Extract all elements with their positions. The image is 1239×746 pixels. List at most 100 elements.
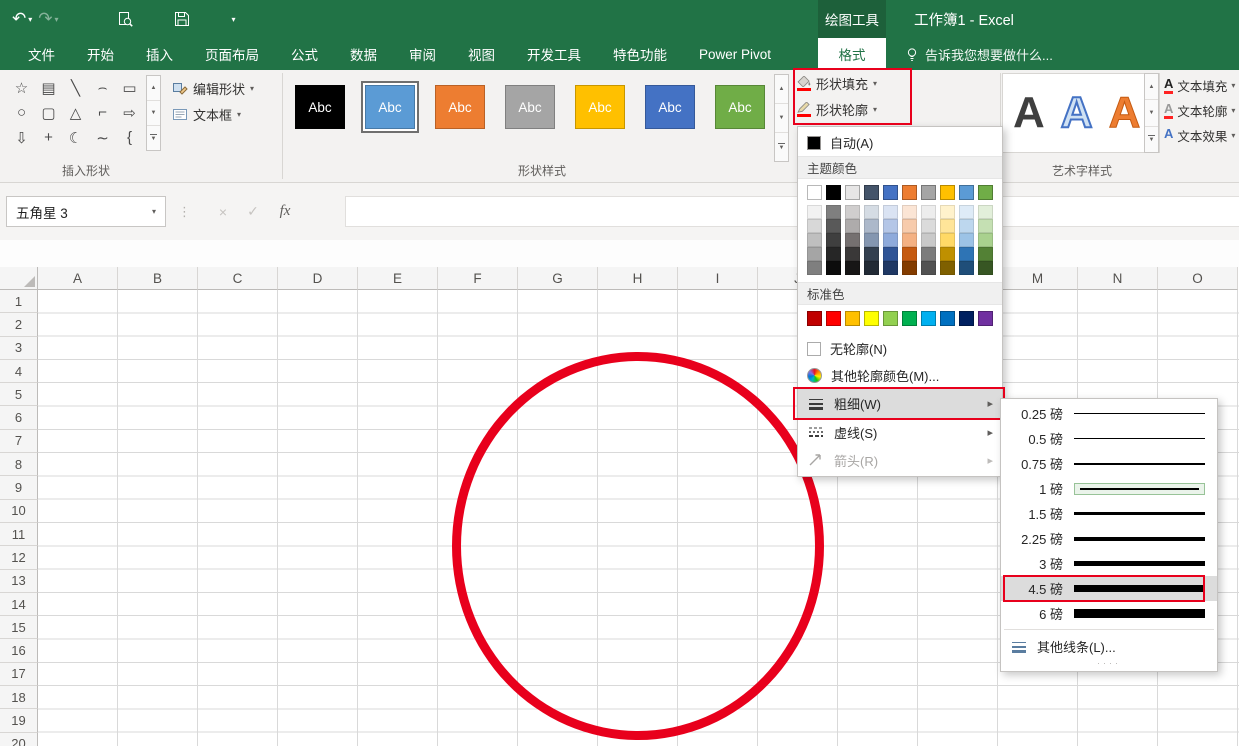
theme-shade-swatch[interactable] — [807, 261, 822, 275]
shape-outline-button[interactable]: 形状轮廓 ▾ — [797, 100, 877, 119]
formula-input[interactable] — [345, 196, 1239, 227]
theme-shade-swatch[interactable] — [883, 261, 898, 275]
drawing-tools-contextual-tab[interactable]: 绘图工具 — [818, 0, 886, 38]
row-header-11[interactable]: 11 — [0, 523, 38, 546]
rounded-rectangle-icon[interactable]: ▢ — [35, 100, 62, 125]
theme-color-swatch[interactable] — [902, 185, 917, 200]
wordart-style-orange[interactable]: A — [1109, 91, 1141, 135]
weight-option[interactable]: 0.75 磅 — [1001, 451, 1217, 476]
row-header-6[interactable]: 6 — [0, 406, 38, 429]
menu-item-arrows[interactable]: 箭头(R) ▸ — [798, 446, 1002, 474]
line-icon[interactable]: ╲ — [62, 75, 89, 100]
standard-color-swatch[interactable] — [959, 311, 974, 326]
column-header-E[interactable]: E — [358, 267, 438, 290]
column-header-B[interactable]: B — [118, 267, 198, 290]
theme-shade-swatch[interactable] — [845, 205, 860, 219]
text-outline-button[interactable]: A 文本轮廓 ▾ — [1164, 101, 1235, 120]
theme-color-swatch[interactable] — [807, 185, 822, 200]
redo-caret-icon[interactable]: ▾ — [55, 15, 59, 24]
row-header-10[interactable]: 10 — [0, 500, 38, 523]
triangle-icon[interactable]: △ — [62, 100, 89, 125]
theme-color-swatch[interactable] — [864, 185, 879, 200]
row-header-3[interactable]: 3 — [0, 337, 38, 360]
ribbon-tab[interactable]: 页面布局 — [189, 38, 275, 70]
ribbon-tab[interactable]: 开始 — [71, 38, 130, 70]
standard-color-swatch[interactable] — [826, 311, 841, 326]
theme-shade-swatch[interactable] — [864, 247, 879, 261]
shape-style-tile[interactable]: Abc — [295, 85, 345, 129]
ribbon-tab[interactable]: 数据 — [334, 38, 393, 70]
gallery-more-icon[interactable]: ▼ — [1145, 127, 1158, 152]
star-icon[interactable]: ☆ — [8, 75, 35, 100]
shape-style-tile[interactable]: Abc — [715, 85, 765, 129]
theme-shade-swatch[interactable] — [845, 247, 860, 261]
theme-shade-swatch[interactable] — [902, 261, 917, 275]
theme-shade-swatch[interactable] — [940, 247, 955, 261]
theme-color-swatch[interactable] — [921, 185, 936, 200]
column-header-M[interactable]: M — [998, 267, 1078, 290]
standard-color-swatch[interactable] — [978, 311, 993, 326]
theme-shade-swatch[interactable] — [902, 233, 917, 247]
theme-shade-swatch[interactable] — [807, 233, 822, 247]
moon-icon[interactable]: ☾ — [62, 125, 89, 150]
ribbon-tab[interactable]: 开发工具 — [511, 38, 597, 70]
text-box-button[interactable]: 文本框 ▾ — [172, 105, 241, 124]
theme-shade-swatch[interactable] — [883, 205, 898, 219]
theme-shade-swatch[interactable] — [845, 233, 860, 247]
row-header-9[interactable]: 9 — [0, 476, 38, 499]
cancel-entry-button[interactable]: × — [210, 196, 236, 227]
standard-color-swatch[interactable] — [845, 311, 860, 326]
oval-icon[interactable]: ○ — [8, 100, 35, 125]
edit-shape-button[interactable]: 编辑形状 ▾ — [172, 79, 254, 98]
shape-style-tile[interactable]: Abc — [645, 85, 695, 129]
gallery-more-icon[interactable]: ▼ — [775, 133, 788, 161]
arc-icon[interactable]: ⌢ — [89, 75, 116, 100]
select-all-corner[interactable] — [0, 267, 38, 290]
menu-item-weight[interactable]: 粗细(W) ▸ — [798, 389, 1002, 418]
theme-shade-swatch[interactable] — [826, 233, 841, 247]
row-header-12[interactable]: 12 — [0, 546, 38, 569]
theme-shade-swatch[interactable] — [940, 261, 955, 275]
theme-shade-swatch[interactable] — [921, 205, 936, 219]
menu-item-more-outline-colors[interactable]: 其他轮廓颜色(M)... — [798, 362, 1002, 389]
scroll-down-icon[interactable]: ▼ — [775, 104, 788, 133]
row-header-5[interactable]: 5 — [0, 383, 38, 406]
rectangle-icon[interactable]: ▭ — [116, 75, 143, 100]
column-header-G[interactable]: G — [518, 267, 598, 290]
theme-shade-swatch[interactable] — [845, 219, 860, 233]
ribbon-tab[interactable]: 格式 — [818, 38, 886, 70]
weight-option[interactable]: 2.25 磅 — [1001, 526, 1217, 551]
theme-shade-swatch[interactable] — [921, 233, 936, 247]
scroll-up-icon[interactable]: ▲ — [147, 76, 160, 101]
theme-shade-swatch[interactable] — [959, 233, 974, 247]
column-header-H[interactable]: H — [598, 267, 678, 290]
column-header-I[interactable]: I — [678, 267, 758, 290]
name-box[interactable]: 五角星 3 ▾ — [6, 196, 166, 227]
ribbon-tab[interactable]: 审阅 — [393, 38, 452, 70]
theme-shade-swatch[interactable] — [845, 261, 860, 275]
shape-style-tile[interactable]: Abc — [435, 85, 485, 129]
tell-me-box[interactable]: 告诉我您想要做什么... — [905, 38, 1053, 70]
row-header-17[interactable]: 17 — [0, 663, 38, 686]
theme-shade-swatch[interactable] — [826, 205, 841, 219]
theme-shade-swatch[interactable] — [807, 205, 822, 219]
wordart-style-black[interactable]: A — [1013, 91, 1045, 135]
theme-shade-swatch[interactable] — [864, 261, 879, 275]
weight-option[interactable]: 1 磅 — [1001, 476, 1217, 501]
column-header-D[interactable]: D — [278, 267, 358, 290]
theme-color-swatch[interactable] — [978, 185, 993, 200]
elbow-connector-icon[interactable]: ⌐ — [89, 100, 116, 125]
theme-color-swatch[interactable] — [940, 185, 955, 200]
scroll-up-icon[interactable]: ▲ — [775, 75, 788, 104]
theme-shade-swatch[interactable] — [921, 247, 936, 261]
row-header-13[interactable]: 13 — [0, 570, 38, 593]
row-header-2[interactable]: 2 — [0, 313, 38, 336]
theme-shade-swatch[interactable] — [902, 247, 917, 261]
row-header-18[interactable]: 18 — [0, 686, 38, 709]
save-button[interactable] — [174, 11, 190, 27]
brace-icon[interactable]: { — [116, 125, 143, 150]
scroll-down-icon[interactable]: ▼ — [147, 101, 160, 126]
standard-color-swatch[interactable] — [921, 311, 936, 326]
row-header-16[interactable]: 16 — [0, 639, 38, 662]
shape-style-tile[interactable]: Abc — [575, 85, 625, 129]
